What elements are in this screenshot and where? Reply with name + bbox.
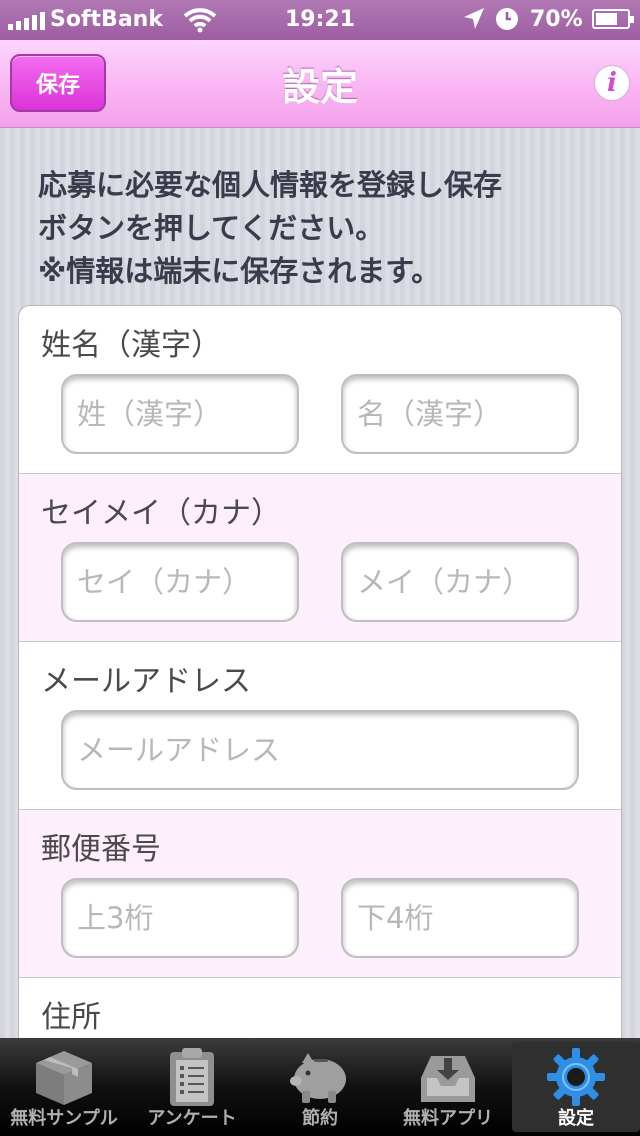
clipboard-icon: [170, 1048, 214, 1106]
download-tray-icon: [421, 1056, 475, 1102]
name-kanji-section: 姓名（漢字）: [19, 306, 621, 474]
postal-code-first-field[interactable]: [61, 878, 299, 958]
tab-free-samples[interactable]: 無料サンプル: [0, 1038, 128, 1136]
instructions-line-3: ※情報は端末に保存されます。: [38, 254, 441, 288]
gear-icon: [547, 1048, 605, 1106]
instructions-text: 応募に必要な個人情報を登録し保存 ボタンを押してください。 ※情報は端末に保存さ…: [38, 164, 618, 293]
battery-fill: [596, 13, 617, 25]
tab-survey-label: アンケート: [147, 1108, 237, 1129]
instructions-line-1: 応募に必要な個人情報を登録し保存: [38, 168, 503, 202]
page-title: 設定: [281, 65, 358, 109]
alarm-clock-icon: [496, 8, 518, 30]
tab-settings[interactable]: 設定: [512, 1042, 640, 1132]
piggy-bank-icon: [290, 1053, 346, 1103]
tab-savings-label: 節約: [302, 1108, 338, 1129]
profile-form: 姓名（漢字） セイメイ（カナ） メールアドレス 郵便番号 住所: [18, 305, 622, 1065]
box-icon: [36, 1051, 92, 1105]
postal-code-second-field[interactable]: [341, 878, 579, 958]
status-bar: SoftBank 19:21 70%: [0, 0, 640, 40]
postal-code-label: 郵便番号: [41, 832, 161, 867]
battery-percent: 70%: [530, 7, 583, 32]
tab-free-samples-label: 無料サンプル: [10, 1108, 118, 1129]
tab-savings[interactable]: 節約: [256, 1038, 384, 1136]
name-kanji-label: 姓名（漢字）: [41, 328, 221, 363]
email-section: メールアドレス: [19, 642, 621, 810]
address-label: 住所: [41, 1000, 101, 1035]
first-name-kana-field[interactable]: [341, 542, 579, 622]
name-kana-section: セイメイ（カナ）: [19, 474, 621, 642]
email-label: メールアドレス: [41, 664, 251, 699]
tab-settings-label: 設定: [558, 1108, 594, 1129]
info-icon[interactable]: i: [594, 65, 630, 101]
navigation-bar: 保存 設定 i: [0, 40, 640, 128]
instructions-line-2: ボタンを押してください。: [38, 211, 385, 245]
name-kana-label: セイメイ（カナ）: [41, 496, 281, 531]
last-name-kanji-field[interactable]: [61, 374, 299, 454]
tab-bar: 無料サンプル アンケート 節約 無料アプリ 設定: [0, 1038, 640, 1136]
first-name-kanji-field[interactable]: [341, 374, 579, 454]
tab-free-apps[interactable]: 無料アプリ: [384, 1038, 512, 1136]
tab-survey[interactable]: アンケート: [128, 1038, 256, 1136]
last-name-kana-field[interactable]: [61, 542, 299, 622]
location-arrow-icon: [464, 8, 484, 29]
battery-icon: [592, 9, 634, 29]
postal-code-section: 郵便番号: [19, 810, 621, 978]
email-field[interactable]: [61, 710, 579, 790]
tab-free-apps-label: 無料アプリ: [403, 1108, 493, 1129]
